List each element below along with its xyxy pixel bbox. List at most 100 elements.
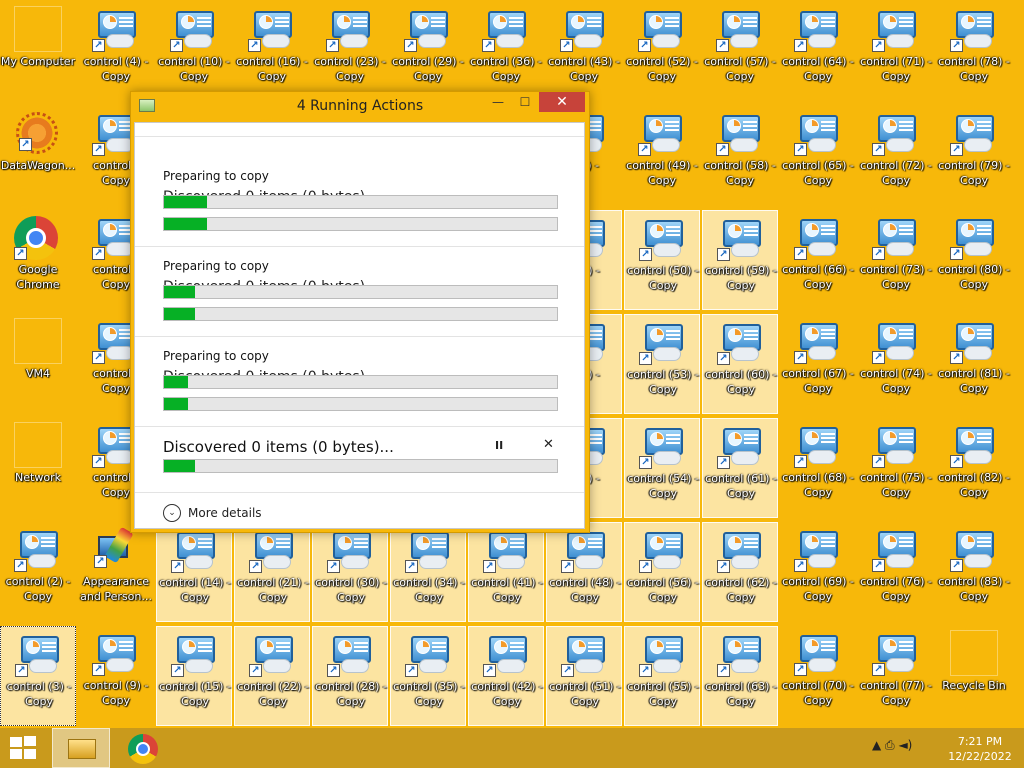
label-line: control (65) - xyxy=(782,159,854,172)
desktop-icon-control-copy[interactable]: ↗ control (52) - Copy xyxy=(624,2,700,102)
desktop-icon-control-copy[interactable]: ↗ control (74) - Copy xyxy=(858,314,934,414)
desktop-icon-control-copy[interactable]: ↗c xyxy=(1014,418,1024,518)
desktop-icon-control-copy[interactable]: ↗ control (49) - Copy xyxy=(624,106,700,206)
desktop-icon-control-copy[interactable]: ↗ control (55) - Copy xyxy=(624,626,700,726)
desktop-icon-control-copy[interactable]: ↗ control (71) - Copy xyxy=(858,2,934,102)
desktop-icon-control-copy[interactable]: ↗ control (61) - Copy xyxy=(702,418,778,518)
desktop-icon-control-copy[interactable]: ↗ control (78) - Copy xyxy=(936,2,1012,102)
label-line: Copy xyxy=(804,174,832,187)
desktop-icon-control-copy[interactable]: ↗ control (35) - Copy xyxy=(390,626,466,726)
desktop-icon-control-copy[interactable]: ↗c xyxy=(1014,2,1024,102)
cancel-operation-button[interactable]: ✕ xyxy=(543,437,554,452)
desktop-icon-control-copy[interactable]: ↗ control (72) - Copy xyxy=(858,106,934,206)
desktop-icon-control-copy[interactable]: ↗ control (43) - Copy xyxy=(546,2,622,102)
desktop-icon-control-copy[interactable]: ↗ control (51) - Copy xyxy=(546,626,622,726)
desktop-icon-label: control (9) - Copy xyxy=(78,678,154,708)
label-line: control (72) - xyxy=(860,159,932,172)
desktop-icon-control-copy[interactable]: ↗ control (41) - Copy xyxy=(468,522,544,622)
desktop-icon-control-copy[interactable]: ↗ control (28) - Copy xyxy=(312,626,388,726)
desktop-icon[interactable]: ↗ Google Chrome xyxy=(0,210,76,310)
desktop-icon-control-copy[interactable]: ↗ control (34) - Copy xyxy=(390,522,466,622)
desktop-icon-control-copy[interactable]: ↗ control (64) - Copy xyxy=(780,2,856,102)
dialog-titlebar[interactable]: 4 Running Actions — ☐ ✕ xyxy=(131,92,589,122)
desktop-icon-control-copy[interactable]: ↗ control (22) - Copy xyxy=(234,626,310,726)
desktop-icon-control-copy[interactable]: ↗ control (76) - Copy xyxy=(858,522,934,622)
start-button[interactable] xyxy=(8,736,40,760)
desktop-icon[interactable]: Recycle Bin xyxy=(936,626,1012,726)
desktop-icon-control-copy[interactable]: ↗ control (14) - Copy xyxy=(156,522,232,622)
desktop-icon-label: control (75) - Copy xyxy=(858,470,934,500)
desktop-icon-control-copy[interactable]: ↗c xyxy=(1014,522,1024,622)
desktop-icon-control-copy[interactable]: ↗ control (42) - Copy xyxy=(468,626,544,726)
desktop-icon-control-copy[interactable]: ↗ control (82) - Copy xyxy=(936,418,1012,518)
control-panel-icon: ↗ xyxy=(872,320,920,364)
desktop-icon-control-copy[interactable]: ↗ control (62) - Copy xyxy=(702,522,778,622)
desktop-icon-label: control (71) - Copy xyxy=(858,54,934,84)
label-line: control (43) - xyxy=(548,55,620,68)
desktop-icon-control-copy[interactable]: ↗ control (30) - Copy xyxy=(312,522,388,622)
desktop-icon-control-copy[interactable]: ↗ control (56) - Copy xyxy=(624,522,700,622)
taskbar-file-explorer[interactable] xyxy=(52,728,110,768)
label-line: control (34) - xyxy=(393,576,465,589)
desktop-icon-control-copy[interactable]: ↗ control (67) - Copy xyxy=(780,314,856,414)
shortcut-arrow-icon: ↗ xyxy=(794,143,807,156)
desktop-icon[interactable]: ↗ Appearance and Person... xyxy=(78,522,154,622)
desktop-icon-control-copy[interactable]: ↗ control (77) - Copy xyxy=(858,626,934,726)
desktop-icon-control-copy[interactable]: ↗ control (63) - Copy xyxy=(702,626,778,726)
desktop-icon-control-copy[interactable]: ↗c xyxy=(1014,210,1024,310)
desktop-icon-control-copy[interactable]: ↗ control (59) - Copy xyxy=(702,210,778,310)
maximize-button[interactable]: ☐ xyxy=(512,92,538,112)
notification-area[interactable]: ▲ ⎙ ◄) xyxy=(872,738,942,758)
operation-status: Preparing to copy xyxy=(163,259,269,273)
desktop-icon-control-copy[interactable]: ↗ control (73) - Copy xyxy=(858,210,934,310)
desktop-icon-control-copy[interactable]: ↗ control (54) - Copy xyxy=(624,418,700,518)
desktop-icon-control-copy[interactable]: ↗ control (3) - Copy xyxy=(0,626,76,726)
desktop-icon-control-copy[interactable]: ↗ control (81) - Copy xyxy=(936,314,1012,414)
desktop-icon-control-copy[interactable]: ↗ control (15) - Copy xyxy=(156,626,232,726)
desktop-icon-control-copy[interactable]: ↗ control (2) - Copy xyxy=(0,522,76,622)
desktop-icon-control-copy[interactable]: ↗ control (83) - Copy xyxy=(936,522,1012,622)
desktop-icon-control-copy[interactable]: ↗ control (75) - Copy xyxy=(858,418,934,518)
desktop-icon-control-copy[interactable]: ↗ control (29) - Copy xyxy=(390,2,466,102)
taskbar-chrome[interactable] xyxy=(122,732,166,766)
desktop-icon-control-copy[interactable]: ↗ control (79) - Copy xyxy=(936,106,1012,206)
minimize-button[interactable]: — xyxy=(485,92,511,112)
desktop-icon-control-copy[interactable]: ↗ control (23) - Copy xyxy=(312,2,388,102)
desktop-icon-control-copy[interactable]: ↗ control (48) - Copy xyxy=(546,522,622,622)
label-line: Copy xyxy=(571,591,599,604)
desktop-icon-control-copy[interactable]: ↗ control (65) - Copy xyxy=(780,106,856,206)
desktop-icon-control-copy[interactable]: ↗ control (80) - Copy xyxy=(936,210,1012,310)
desktop-icon-label: control (28) - Copy xyxy=(313,679,389,709)
desktop-icon[interactable]: ↗ DataWagon... xyxy=(0,106,76,206)
desktop-icon[interactable]: My Computer xyxy=(0,2,76,102)
control-panel-icon: ↗ xyxy=(794,112,842,156)
label-line: Copy xyxy=(180,70,208,83)
desktop-icon[interactable]: VM4 xyxy=(0,314,76,414)
label-line: control (4) - xyxy=(83,55,149,68)
desktop-icon-control-copy[interactable]: ↗ control (57) - Copy xyxy=(702,2,778,102)
desktop-icon-control-copy[interactable]: ↗ control (66) - Copy xyxy=(780,210,856,310)
clock[interactable]: 7:21 PM 12/22/2022 xyxy=(940,734,1020,764)
desktop-icon-control-copy[interactable]: ↗ control (69) - Copy xyxy=(780,522,856,622)
desktop-icon-control-copy[interactable]: ↗ control (60) - Copy xyxy=(702,314,778,414)
desktop-icon-control-copy[interactable]: ↗ control (16) - Copy xyxy=(234,2,310,102)
desktop-icon-control-copy[interactable]: ↗ control (70) - Copy xyxy=(780,626,856,726)
desktop-icon-control-copy[interactable]: ↗ control (10) - Copy xyxy=(156,2,232,102)
desktop-icon-control-copy[interactable]: ↗ control (4) - Copy xyxy=(78,2,154,102)
desktop-icon-control-copy[interactable]: ↗ control (21) - Copy xyxy=(234,522,310,622)
desktop-icon-control-copy[interactable]: ↗c xyxy=(1014,314,1024,414)
desktop-icon-control-copy[interactable]: ↗ control (9) - Copy xyxy=(78,626,154,726)
desktop-icon-control-copy[interactable]: ↗ control (68) - Copy xyxy=(780,418,856,518)
more-details-toggle[interactable]: ⌄ More details xyxy=(135,493,584,529)
shortcut-arrow-icon: ↗ xyxy=(794,39,807,52)
desktop-icon-control-copy[interactable]: ↗ control (58) - Copy xyxy=(702,106,778,206)
desktop-icon-control-copy[interactable]: ↗ control (36) - Copy xyxy=(468,2,544,102)
desktop-icon-control-copy[interactable]: ↗ control (50) - Copy xyxy=(624,210,700,310)
desktop-icon-control-copy[interactable]: ↗c xyxy=(1014,106,1024,206)
desktop-icon-label: control (23) - Copy xyxy=(312,54,388,84)
desktop-icon-control-copy[interactable]: ↗c xyxy=(1014,626,1024,726)
close-button[interactable]: ✕ xyxy=(539,92,585,112)
desktop-icon-control-copy[interactable]: ↗ control (53) - Copy xyxy=(624,314,700,414)
desktop-icon[interactable]: Network xyxy=(0,418,76,518)
pause-button[interactable]: II xyxy=(495,439,503,452)
